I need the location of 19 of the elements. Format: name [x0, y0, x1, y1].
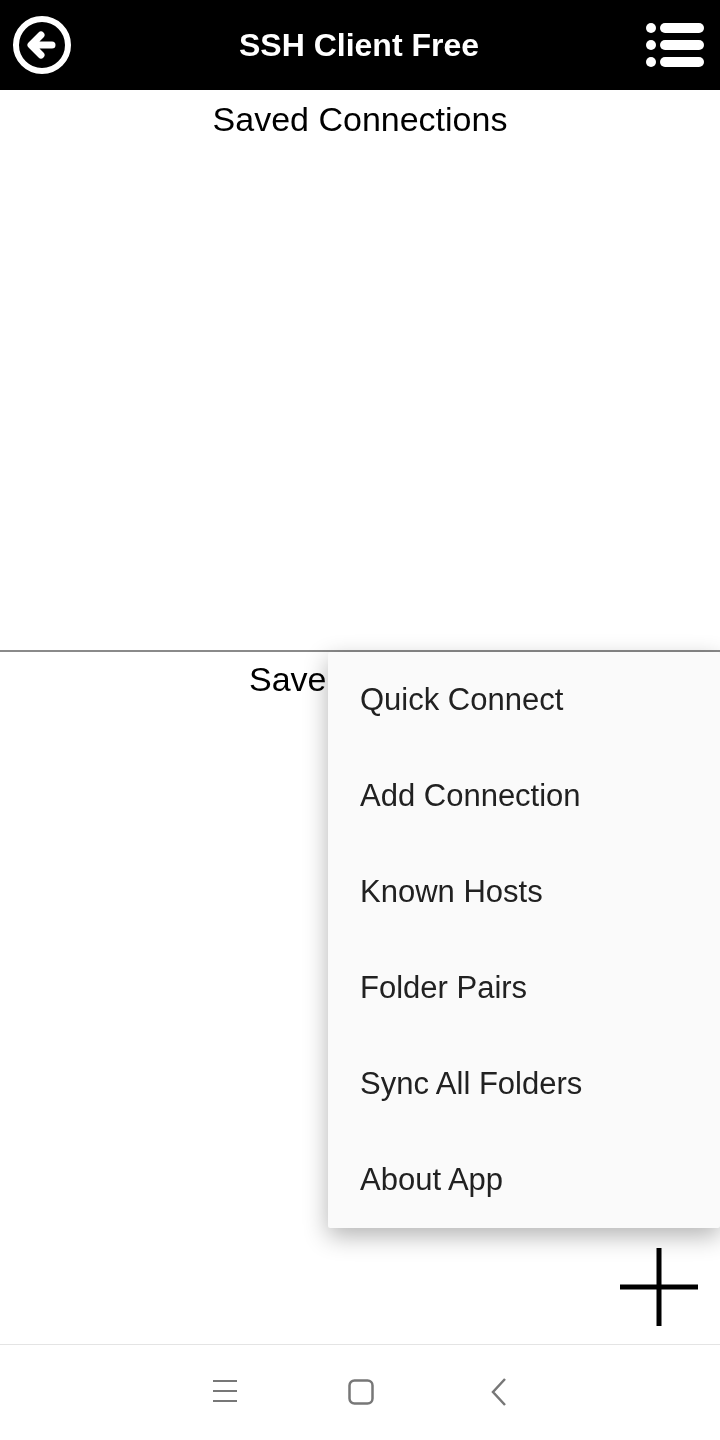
home-button[interactable]: [348, 1379, 374, 1405]
menu-icon: [213, 1380, 237, 1402]
back-button[interactable]: [12, 15, 72, 75]
app-title: SSH Client Free: [238, 26, 480, 64]
menu-item[interactable]: Add Connection: [328, 748, 720, 844]
plus-icon: [620, 1248, 698, 1326]
menu-item[interactable]: Sync All Folders: [328, 1036, 720, 1132]
section-title: Save: [249, 660, 327, 699]
list-icon: [646, 23, 704, 67]
add-button[interactable]: [620, 1248, 698, 1326]
chevron-left-icon: [490, 1378, 508, 1406]
menu-item[interactable]: About App: [328, 1132, 720, 1228]
menu-item[interactable]: Known Hosts: [328, 844, 720, 940]
menu-item[interactable]: Folder Pairs: [328, 940, 720, 1036]
menu-item[interactable]: Quick Connect: [328, 652, 720, 748]
square-icon: [348, 1379, 374, 1405]
section-title: Saved Connections: [212, 100, 508, 140]
menu-button[interactable]: [646, 23, 704, 67]
recents-button[interactable]: [213, 1380, 237, 1402]
